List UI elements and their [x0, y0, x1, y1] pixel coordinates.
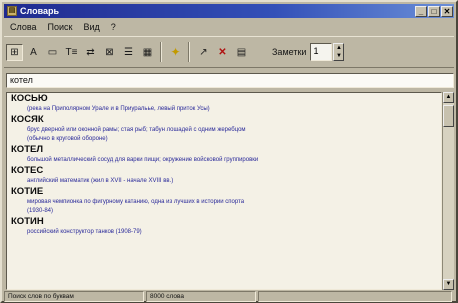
list-item[interactable]: КОСЬЮ (река на Приполярном Урале и в При… [7, 93, 441, 114]
list-item[interactable]: КОТИЕ мировая чемпионка по фигурному кат… [7, 186, 441, 216]
definition: мировая чемпионка по фигурному катанию, … [27, 199, 245, 205]
headword: КОТЕС [11, 165, 44, 176]
delete-button[interactable]: ✕ [214, 44, 231, 61]
status-mode: Поиск слов по буквам [4, 291, 144, 302]
delete-icon: ✕ [218, 46, 227, 58]
word-list[interactable]: КОСЬЮ (река на Приполярном Урале и в При… [6, 92, 442, 290]
font-button[interactable]: A [25, 44, 42, 61]
title-bar[interactable]: ▤ Словарь _ □ ✕ [4, 4, 454, 18]
status-empty [258, 291, 452, 302]
switch-button[interactable]: ⇄ [82, 44, 99, 61]
list-item[interactable]: КОТЕС английский математик (жил в XVII -… [7, 165, 441, 186]
toolbar-separator [188, 42, 189, 62]
table-button[interactable]: ▦ [139, 44, 156, 61]
maximize-button[interactable]: □ [428, 5, 440, 17]
frame-button[interactable]: ▭ [44, 44, 61, 61]
list-item[interactable]: КОТИН российский конструктор танков (190… [7, 216, 441, 237]
headword: КОТИЕ [11, 186, 44, 197]
definition: большой металлический сосуд для варки пи… [27, 157, 259, 163]
definition: (обычно в круговой обороне) [27, 136, 108, 142]
window-title: Словарь [20, 6, 60, 16]
list-item[interactable]: КОТЕЛ большой металлический сосуд для ва… [7, 144, 441, 165]
book-view-button[interactable]: ⊞ [6, 43, 23, 61]
scroll-down-icon[interactable]: ▼ [443, 279, 454, 290]
vertical-scrollbar[interactable]: ▲ ▼ [442, 92, 454, 290]
book-view-icon: ⊞ [10, 46, 19, 58]
toolbar: ⊞ A ▭ Т≡ ⇄ ⊠ ☰ ▦ ✦ ↗ ✕ ▤ Заметки 1 ▲ ▼ [4, 36, 454, 68]
status-bar: Поиск слов по буквам 8000 слова [4, 291, 454, 302]
definition: российский конструктор танков (1908-79) [27, 229, 142, 235]
list-item[interactable]: КОСЯК брус дверной или оконной рамы; ста… [7, 114, 441, 144]
definition: английский математик (жил в XVII - начал… [27, 178, 174, 184]
book-icon[interactable]: ▤ [7, 6, 17, 16]
hint-button[interactable]: ✦ [167, 44, 184, 61]
scroll-up-icon[interactable]: ▲ [443, 92, 454, 103]
headword: КОСЬЮ [11, 93, 48, 104]
headword: КОСЯК [11, 114, 44, 125]
notes-label: Заметки [272, 47, 307, 57]
grid-icon: ⊠ [105, 46, 114, 58]
menu-view[interactable]: Вид [84, 22, 100, 32]
notes-spinner[interactable]: ▲ ▼ [333, 43, 345, 61]
dictionary-window: ▤ Словарь _ □ ✕ Слова Поиск Вид ? ⊞ A ▭ … [0, 0, 458, 303]
font-icon: A [30, 46, 37, 58]
frame-icon: ▭ [47, 46, 58, 58]
list-button[interactable]: ☰ [120, 44, 137, 61]
toolbar-separator [160, 42, 161, 62]
definition: (река на Приполярном Урале и в Приуральь… [27, 106, 210, 112]
status-count: 8000 слова [146, 291, 256, 302]
pointer-button[interactable]: ↗ [195, 44, 212, 61]
text-icon: Т≡ [65, 46, 78, 58]
window-icon: ▤ [236, 46, 247, 58]
scroll-thumb[interactable] [443, 105, 454, 127]
notes-input[interactable]: 1 [310, 43, 333, 61]
menu-words[interactable]: Слова [10, 22, 37, 32]
definition: (1930-84) [27, 208, 54, 214]
text-button[interactable]: Т≡ [63, 44, 80, 61]
headword: КОТЕЛ [11, 144, 43, 155]
menu-bar: Слова Поиск Вид ? [4, 20, 454, 34]
menu-search[interactable]: Поиск [48, 22, 73, 32]
window-button[interactable]: ▤ [233, 44, 250, 61]
minimize-button[interactable]: _ [415, 5, 427, 17]
menu-help[interactable]: ? [111, 22, 116, 32]
close-button[interactable]: ✕ [441, 5, 453, 17]
headword: КОТИН [11, 216, 44, 227]
definition: брус дверной или оконной рамы; стая рыб;… [27, 127, 246, 133]
list-icon: ☰ [124, 46, 133, 58]
grid-button[interactable]: ⊠ [101, 44, 118, 61]
search-input[interactable]: котел [6, 73, 454, 88]
table-icon: ▦ [142, 46, 153, 58]
pointer-icon: ↗ [199, 46, 208, 58]
switch-icon: ⇄ [86, 46, 95, 58]
bulb-icon: ✦ [170, 45, 181, 59]
